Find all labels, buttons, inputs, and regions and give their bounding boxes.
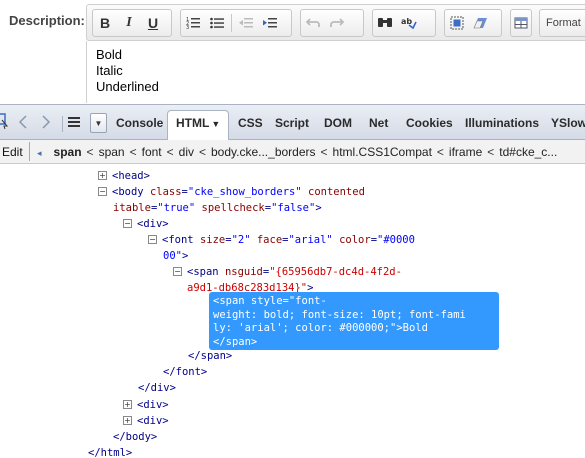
html-tree-panel: + <head> − <body class="cke_show_borders" … [0,165,585,458]
breadcrumb-item[interactable]: html.CSS1Compat [333,145,432,159]
svg-text:3: 3 [186,25,189,30]
italic-button[interactable]: I [118,12,140,34]
breadcrumb-trail: ◂ span < span < font < div < body.cke..._borders <… [37,145,558,159]
tree-node-div-collapsed[interactable]: + <div> [123,397,169,413]
tab-console[interactable]: Console [116,116,163,130]
tab-css[interactable]: CSS [238,116,263,130]
breadcrumb-item[interactable]: span [54,145,82,159]
font-open-line-2: 00"> [163,250,189,262]
breadcrumb-item[interactable]: span [99,145,125,159]
collapse-icon[interactable]: − [123,218,132,228]
undo-icon[interactable] [302,12,324,34]
list-indent-group: 123 [180,9,292,37]
expand-icon[interactable]: + [123,399,132,409]
selected-line: <span style="font- [213,295,327,307]
description-label: Description: [9,13,85,28]
bulleted-list-icon[interactable] [206,12,228,34]
collapse-icon[interactable]: − [173,266,182,276]
editor-toolbar: B I U 123 ab Format [86,4,585,41]
undo-redo-group [300,9,364,37]
select-format-group [444,9,502,37]
find-replace-group: ab [372,9,436,37]
svg-text:ab: ab [401,17,412,26]
tab-separator [62,116,63,132]
table-icon[interactable] [512,12,530,34]
font-close: </font> [163,366,208,378]
indent-icon[interactable] [259,12,281,34]
bold-button[interactable]: B [94,12,116,34]
find-icon[interactable] [374,12,396,34]
scroll-left-icon[interactable]: ◂ [37,148,42,158]
remove-format-icon[interactable] [470,12,492,34]
chevron-down-icon[interactable]: ▼ [211,119,220,129]
editor-content[interactable]: Bold Italic Underlined [86,41,585,103]
span-close: </span> [188,350,233,362]
tab-dom[interactable]: DOM [324,116,352,130]
select-all-icon[interactable] [446,12,468,34]
div-close: </div> [138,382,176,394]
tree-node-div-collapsed[interactable]: + <div> [123,413,169,429]
back-arrow-icon[interactable] [17,114,29,134]
firebug-tab-bar: ▼ Console HTML ▼ CSS Script DOM Net Cooki… [0,104,585,141]
selected-line: weight: bold; font-size: 10pt; font-fami [213,308,466,321]
collapse-icon[interactable]: − [148,234,157,244]
selected-span-node[interactable]: <span style="font-weight: bold; font-siz… [209,292,499,350]
collapse-icon[interactable]: − [98,186,107,196]
tree-node-span-outer[interactable]: − <span nsguid="{65956db7-dc4d-4f2d- [173,264,402,280]
tree-node-div[interactable]: − <div> [123,216,169,232]
breadcrumb-item[interactable]: div [179,145,194,159]
body-close: </body> [113,431,158,443]
basic-styles-group: B I U [92,9,172,37]
tab-illuminations[interactable]: Illuminations [465,116,539,130]
toolbar-separator [231,14,232,32]
span-open-line-1: <span nsguid="{65956db7-dc4d-4f2d- [187,266,402,278]
breadcrumb-item[interactable]: body.cke..._borders [211,145,316,159]
breadcrumb-item[interactable]: font [142,145,162,159]
tree-node-body[interactable]: − <body class="cke_show_borders" contente… [98,184,365,200]
selected-line: ly: 'arial'; color: #000000;">Bold [213,322,428,334]
selected-line: </span> [213,335,258,348]
tab-html-label: HTML [176,116,210,130]
forward-arrow-icon[interactable] [40,114,52,134]
font-open-line-1: <font size="2" face="arial" color="#0000 [162,234,415,246]
tab-yslow[interactable]: YSlow [551,116,585,130]
breadcrumb-item[interactable]: td#cke_c... [499,145,557,159]
format-group: Format [539,9,585,37]
html-close: </html> [88,447,133,458]
replace-icon[interactable]: ab [398,12,420,34]
format-label: Format [546,17,581,29]
breadcrumb: Edit ◂ span < span < font < div < body.cke..._bor… [0,140,585,164]
tab-list-dropdown-icon[interactable]: ▼ [90,113,107,133]
outdent-icon[interactable] [235,12,257,34]
redo-icon[interactable] [326,12,348,34]
tab-html[interactable]: HTML ▼ [167,110,230,141]
content-line-underlined: Underlined [96,79,159,94]
edit-button[interactable]: Edit [2,145,23,159]
table-group [510,9,532,37]
content-line-italic: Italic [96,63,123,78]
breadcrumb-divider [29,142,30,161]
content-line-bold: Bold [96,47,123,62]
breadcrumb-item[interactable]: iframe [449,145,482,159]
inspect-icon[interactable] [0,112,9,134]
rich-text-editor: Description: B I U 123 ab Format Bold It… [0,0,585,104]
underline-button[interactable]: U [142,12,164,34]
tab-net[interactable]: Net [369,116,388,130]
tree-node-font[interactable]: − <font size="2" face="arial" color="#000… [148,232,415,248]
tree-node-head[interactable]: + <head> [98,168,150,184]
expand-icon[interactable]: + [98,170,107,180]
body-open-line-2: itable="true" spellcheck="false"> [113,202,322,214]
tab-cookies[interactable]: Cookies [406,116,453,130]
tab-script[interactable]: Script [275,116,309,130]
numbered-list-icon[interactable]: 123 [182,12,204,34]
panel-menu-icon[interactable] [67,115,81,133]
body-open-line-1: <body class="cke_show_borders" contented [112,186,365,198]
expand-icon[interactable]: + [123,415,132,425]
